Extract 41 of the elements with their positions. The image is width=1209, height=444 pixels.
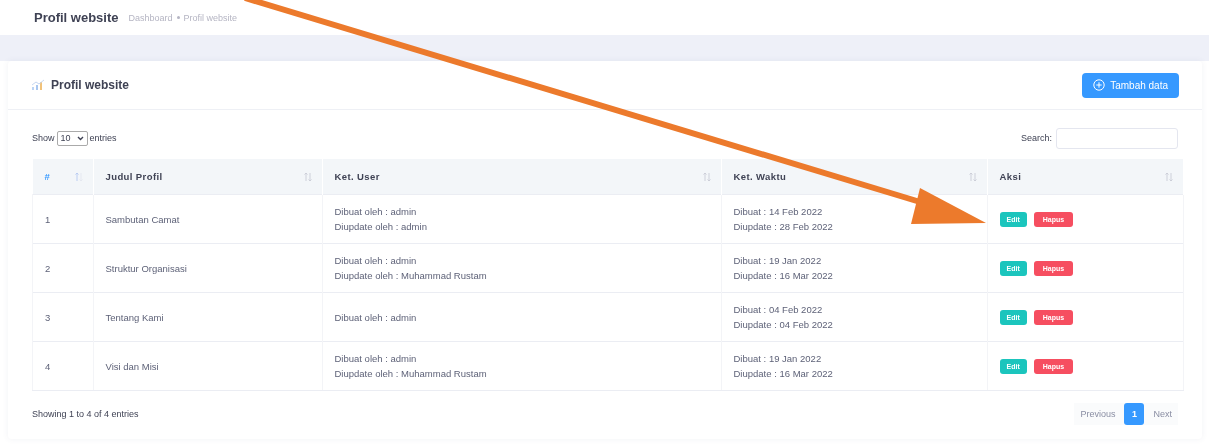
chart-icon [31, 79, 45, 91]
sort-icon[interactable] [968, 171, 977, 182]
search-field[interactable] [1056, 127, 1178, 149]
column-header[interactable]: # [32, 159, 93, 195]
page-button[interactable]: 1 [1124, 403, 1145, 425]
card-title: Profil website [51, 78, 130, 92]
page-title: Profil website [34, 10, 119, 25]
entries-select[interactable]: 10 [56, 130, 88, 146]
table-cell: Tentang Kami [93, 292, 322, 342]
breadcrumb-link[interactable]: Dashboard [128, 12, 173, 23]
sort-icon[interactable] [1164, 171, 1173, 182]
table-cell: Struktur Organisasi [93, 243, 322, 293]
table-cell: 4 [32, 341, 93, 391]
column-header[interactable]: Judul Profil [93, 159, 322, 195]
table-cell: Sambutan Camat [93, 194, 322, 244]
sort-icon[interactable] [702, 171, 711, 182]
table-cell: 2 [32, 243, 93, 293]
table-cell: Dibuat oleh : admin Diupdate oleh : Muhammad Rustam [322, 243, 721, 293]
column-header[interactable]: Ket. Waktu [721, 159, 987, 195]
add-data-button[interactable]: Tambah data [1082, 72, 1179, 98]
sort-icon[interactable] [74, 171, 83, 182]
table-cell: Dibuat oleh : admin [322, 292, 721, 342]
breadcrumb-separator-icon [176, 16, 180, 19]
search-label: Search: [1020, 133, 1052, 143]
entries-label: entries [89, 133, 117, 143]
sort-icon[interactable] [303, 171, 312, 182]
table-cell: Dibuat oleh : admin Diupdate oleh : Muhammad Rustam [322, 341, 721, 391]
column-header[interactable]: Aksi [987, 159, 1183, 195]
table-cell: Dibuat : 19 Jan 2022 Diupdate : 16 Mar 2022 [721, 341, 987, 391]
show-label: Show [32, 133, 55, 143]
table-cell: Dibuat oleh : admin Diupdate oleh : admin [322, 194, 721, 244]
table-cell: 1 [32, 194, 93, 244]
table-cell: 3 [32, 292, 93, 342]
column-header[interactable]: Ket. User [322, 159, 721, 195]
breadcrumb-link[interactable]: Profil website [183, 12, 238, 23]
plus-circle-icon [1093, 79, 1106, 91]
table-cell: Dibuat : 04 Feb 2022 Diupdate : 04 Feb 2022 [721, 292, 987, 342]
table-cell: Dibuat : 19 Jan 2022 Diupdate : 16 Mar 2022 [721, 243, 987, 293]
table-info: Showing 1 to 4 of 4 entries [32, 409, 139, 419]
table-cell: Visi dan Misi [93, 341, 322, 391]
caret-icon [76, 135, 84, 141]
